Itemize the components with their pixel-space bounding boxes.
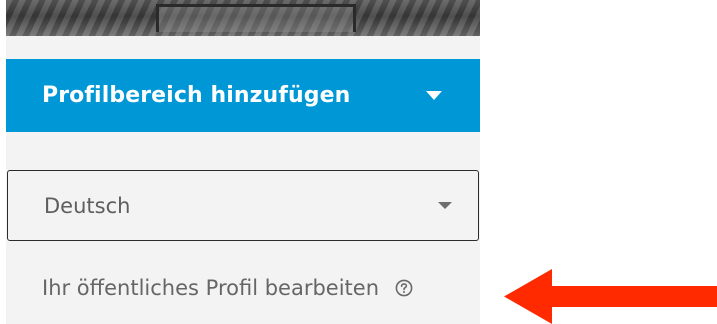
help-icon[interactable] (395, 279, 413, 297)
add-profile-section-button[interactable]: Profilbereich hinzufügen (6, 59, 480, 132)
chevron-down-icon (438, 202, 452, 209)
add-profile-section-label: Profilbereich hinzufügen (42, 83, 351, 108)
language-select-value: Deutsch (44, 193, 131, 218)
cover-photo-frame (156, 4, 356, 32)
edit-public-profile-link[interactable]: Ihr öffentliches Profil bearbeiten (42, 276, 379, 300)
language-select[interactable]: Deutsch (7, 170, 479, 241)
chevron-down-icon (426, 91, 442, 100)
screenshot-stage: Profilbereich hinzufügen Deutsch Ihr öff… (0, 0, 717, 324)
cover-photo (6, 0, 480, 36)
arrow-left-icon (504, 269, 717, 324)
public-profile-row: Ihr öffentliches Profil bearbeiten (42, 276, 413, 300)
